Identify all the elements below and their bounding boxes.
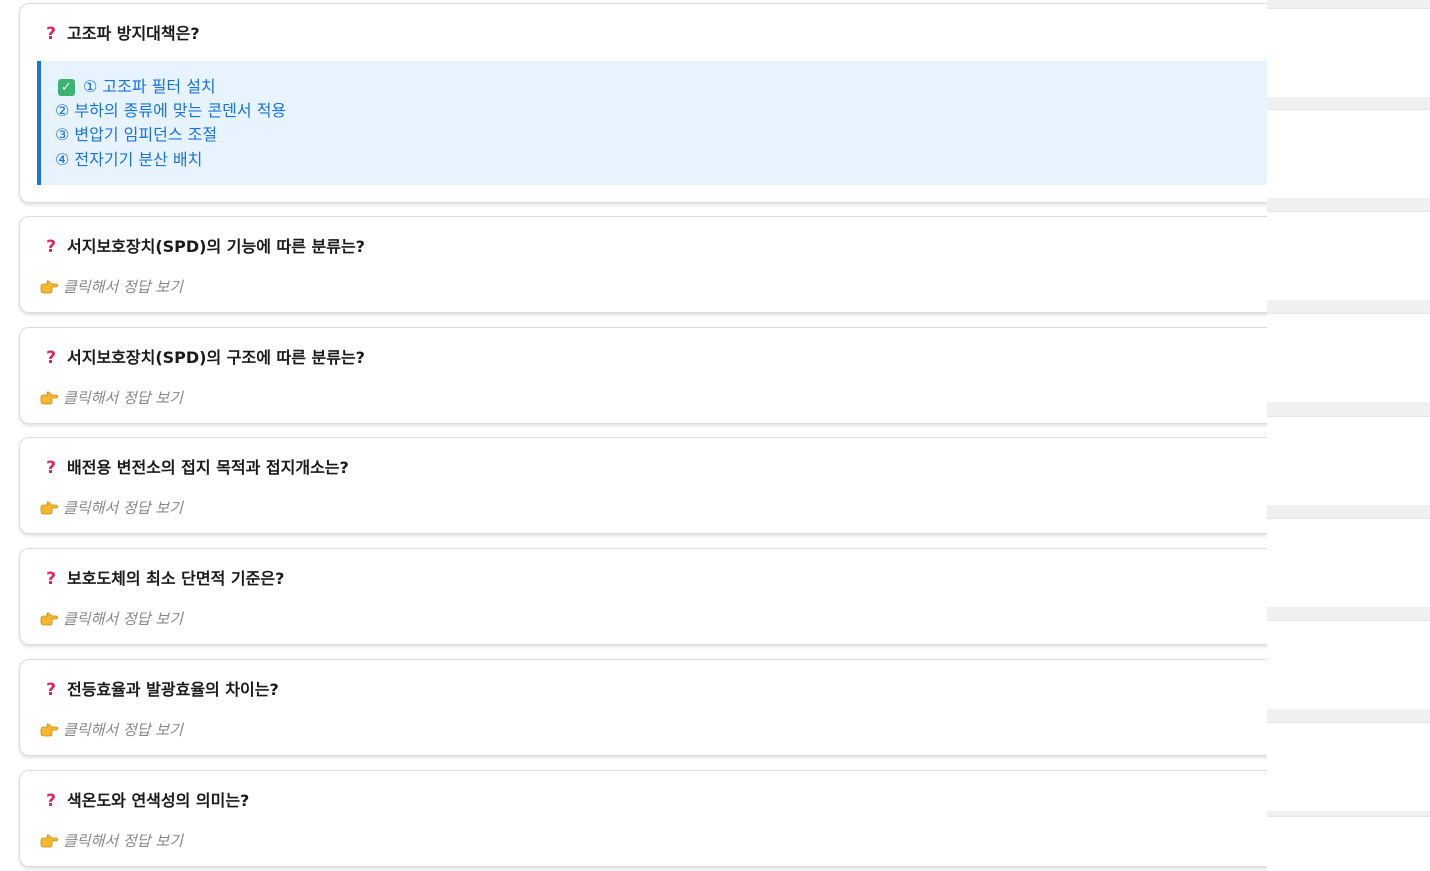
- answer-line: ✓ ① 고조파 필터 설치: [55, 75, 216, 99]
- reveal-label: 클릭해서 정답 보기: [63, 832, 183, 850]
- flashcard[interactable]: ? 서지보호장치(SPD)의 구조에 따른 분류는? 클릭해서 정답 보기: [19, 327, 1267, 424]
- background-card: [1267, 816, 1430, 871]
- background-card: [1267, 109, 1430, 198]
- flashcard-list: ? 고조파 방지대책은? ✓ ① 고조파 필터 설치 ② 부하의 종류에 맞는 …: [0, 0, 1267, 870]
- question-row: ? 전등효율과 발광효율의 차이는?: [42, 679, 279, 701]
- reveal-answer-button[interactable]: 클릭해서 정답 보기: [40, 608, 183, 630]
- pointing-hand-icon: [40, 834, 58, 848]
- flashcard[interactable]: ? 보호도체의 최소 단면적 기준은? 클릭해서 정답 보기: [19, 548, 1267, 645]
- pointing-hand-icon: [40, 612, 58, 626]
- question-text: 전등효율과 발광효율의 차이는?: [67, 680, 279, 699]
- pointing-hand-icon: [40, 391, 58, 405]
- question-row: ? 색온도와 연색성의 의미는?: [42, 790, 249, 812]
- question-row: ? 서지보호장치(SPD)의 기능에 따른 분류는?: [42, 236, 365, 258]
- flashcard[interactable]: ? 배전용 변전소의 접지 목적과 접지개소는? 클릭해서 정답 보기: [19, 437, 1267, 534]
- question-row: ? 고조파 방지대책은?: [42, 23, 200, 45]
- background-card: [1267, 211, 1430, 300]
- question-row: ? 보호도체의 최소 단면적 기준은?: [42, 568, 284, 590]
- question-text: 서지보호장치(SPD)의 기능에 따른 분류는?: [67, 237, 365, 256]
- pointing-hand-icon: [40, 723, 58, 737]
- question-mark-icon: ?: [46, 348, 56, 368]
- question-text: 보호도체의 최소 단면적 기준은?: [67, 569, 285, 588]
- reveal-answer-button[interactable]: 클릭해서 정답 보기: [40, 276, 183, 298]
- check-mark-icon: ✓: [58, 78, 75, 96]
- question-text: 고조파 방지대책은?: [67, 24, 200, 43]
- question-mark-icon: ?: [46, 569, 56, 589]
- answer-box: ✓ ① 고조파 필터 설치 ② 부하의 종류에 맞는 콘덴서 적용 ③ 변압기 …: [37, 61, 1267, 185]
- question-mark-icon: ?: [46, 458, 56, 478]
- question-text: 색온도와 연색성의 의미는?: [67, 791, 250, 810]
- reveal-answer-button[interactable]: 클릭해서 정답 보기: [40, 830, 183, 852]
- question-text: 배전용 변전소의 접지 목적과 접지개소는?: [67, 458, 349, 477]
- reveal-label: 클릭해서 정답 보기: [63, 499, 183, 517]
- pointing-hand-icon: [40, 280, 58, 294]
- flashcard[interactable]: ? 서지보호장치(SPD)의 기능에 따른 분류는? 클릭해서 정답 보기: [19, 216, 1267, 313]
- reveal-answer-button[interactable]: 클릭해서 정답 보기: [40, 387, 183, 409]
- flashcard[interactable]: ? 전등효율과 발광효율의 차이는? 클릭해서 정답 보기: [19, 659, 1267, 756]
- background-card: [1267, 416, 1430, 505]
- background-card: [1267, 8, 1430, 97]
- pointing-hand-icon: [40, 501, 58, 515]
- background-card: [1267, 620, 1430, 709]
- question-mark-icon: ?: [46, 791, 56, 811]
- reveal-label: 클릭해서 정답 보기: [63, 721, 183, 739]
- question-row: ? 서지보호장치(SPD)의 구조에 따른 분류는?: [42, 347, 365, 369]
- flashcard[interactable]: ? 색온도와 연색성의 의미는? 클릭해서 정답 보기: [19, 770, 1267, 867]
- reveal-answer-button[interactable]: 클릭해서 정답 보기: [40, 719, 183, 741]
- answer-line: ④ 전자기기 분산 배치: [55, 150, 203, 169]
- reveal-label: 클릭해서 정답 보기: [63, 389, 183, 407]
- background-card: [1267, 722, 1430, 811]
- background-card: [1267, 313, 1430, 402]
- question-mark-icon: ?: [46, 24, 56, 44]
- question-mark-icon: ?: [46, 237, 56, 257]
- answer-text: ① 고조파 필터 설치: [83, 77, 216, 96]
- reveal-label: 클릭해서 정답 보기: [63, 278, 183, 296]
- reveal-answer-button[interactable]: 클릭해서 정답 보기: [40, 497, 183, 519]
- reveal-label: 클릭해서 정답 보기: [63, 610, 183, 628]
- question-mark-icon: ?: [46, 680, 56, 700]
- flashcard-expanded[interactable]: ? 고조파 방지대책은? ✓ ① 고조파 필터 설치 ② 부하의 종류에 맞는 …: [19, 3, 1267, 203]
- background-card: [1267, 518, 1430, 607]
- question-text: 서지보호장치(SPD)의 구조에 따른 분류는?: [67, 348, 365, 367]
- answer-line: ② 부하의 종류에 맞는 콘덴서 적용: [55, 101, 287, 120]
- question-row: ? 배전용 변전소의 접지 목적과 접지개소는?: [42, 457, 349, 479]
- answer-line: ③ 변압기 임피던스 조절: [55, 125, 218, 144]
